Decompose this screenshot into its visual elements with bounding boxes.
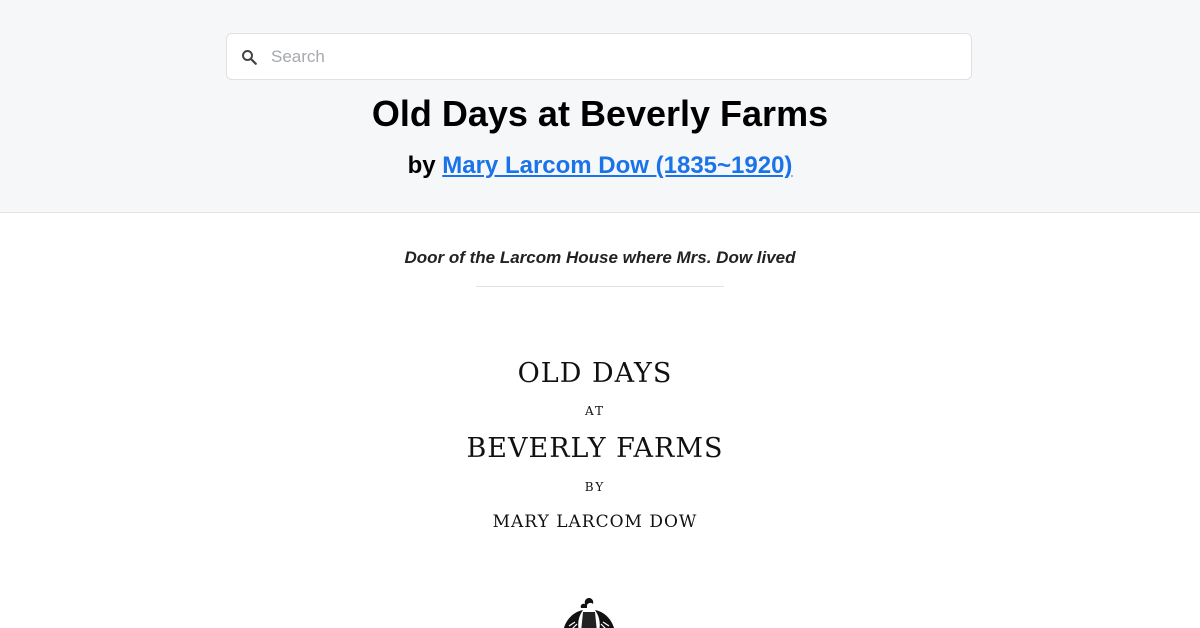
title-page-line: BY bbox=[584, 480, 606, 494]
search-input[interactable] bbox=[271, 34, 961, 79]
title-page-line: AT bbox=[584, 404, 605, 418]
caption-divider bbox=[476, 286, 724, 287]
search-icon bbox=[242, 50, 257, 65]
title-page-line: MARY LARCOM DOW bbox=[492, 512, 698, 532]
eagle-emblem-icon bbox=[563, 598, 615, 628]
figure-caption: Door of the Larcom House where Mrs. Dow … bbox=[404, 248, 796, 267]
title-page-line: OLD DAYS bbox=[517, 358, 673, 389]
page-header: Old Days at Beverly Farms by Mary Larcom… bbox=[0, 0, 1200, 213]
byline: by Mary Larcom Dow (1835~1920) bbox=[0, 150, 1200, 182]
byline-prefix: by bbox=[407, 152, 436, 179]
author-link[interactable]: Mary Larcom Dow (1835~1920) bbox=[442, 152, 792, 179]
book-title: Old Days at Beverly Farms bbox=[371, 93, 829, 134]
title-page-line: BEVERLY FARMS bbox=[466, 433, 724, 464]
title-page-image: OLD DAYS AT BEVERLY FARMS BY MARY LARCOM… bbox=[440, 340, 750, 628]
search-bar[interactable] bbox=[226, 33, 972, 80]
